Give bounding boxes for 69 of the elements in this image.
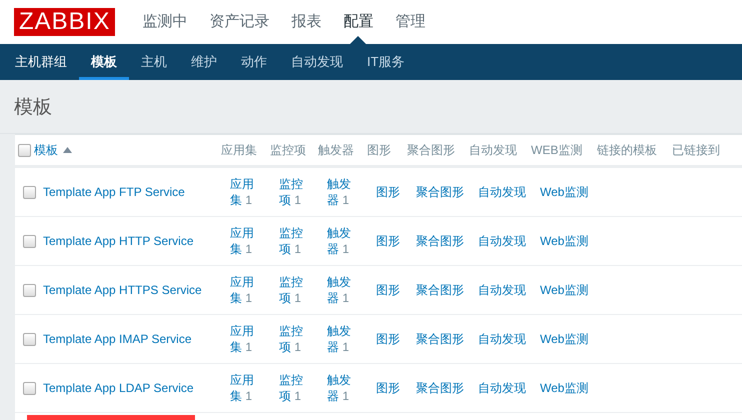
table-link[interactable]: Web监测 bbox=[540, 232, 588, 250]
sub-menu-item[interactable]: 模板 bbox=[79, 44, 129, 80]
table-link[interactable]: 自动发现 bbox=[478, 282, 526, 298]
table-link[interactable]: 聚合图形 bbox=[416, 330, 464, 348]
row-checkbox[interactable] bbox=[22, 186, 36, 198]
sub-menu-item[interactable]: 主机 bbox=[129, 44, 179, 80]
count-link[interactable]: 监控项 1 bbox=[279, 225, 311, 257]
sub-menu-item[interactable]: 维护 bbox=[179, 44, 229, 80]
table-link[interactable]: 聚合图形 bbox=[416, 232, 464, 250]
page-title: 模板 bbox=[14, 96, 52, 120]
template-link[interactable]: Template App FTP Service bbox=[43, 185, 185, 199]
table-link[interactable]: 图形 bbox=[376, 330, 400, 348]
column-header: WEB监测 bbox=[531, 142, 582, 158]
logo[interactable]: ZABBIX bbox=[14, 8, 116, 36]
main-menu-item[interactable]: 报表 bbox=[291, 0, 322, 44]
column-header: 已链接到 bbox=[672, 142, 720, 158]
count-link[interactable]: 监控项 1 bbox=[279, 372, 311, 404]
column-header: 自动发现 bbox=[469, 142, 517, 158]
count-link[interactable]: 应用集 1 bbox=[230, 176, 262, 208]
count-link[interactable]: 触发器 1 bbox=[327, 176, 359, 208]
count-link[interactable]: 触发器 1 bbox=[327, 274, 359, 306]
count-link[interactable]: 触发器 1 bbox=[327, 372, 359, 404]
sub-menu-item[interactable]: IT服务 bbox=[355, 44, 417, 80]
row-checkbox[interactable] bbox=[22, 284, 36, 296]
column-header: 监控项 bbox=[270, 142, 306, 158]
table-link[interactable]: 聚合图形 bbox=[416, 380, 464, 396]
count-link[interactable]: 应用集 1 bbox=[230, 274, 262, 306]
column-header: 链接的模板 bbox=[597, 142, 657, 158]
template-link[interactable]: Template App IMAP Service bbox=[43, 332, 192, 346]
column-header-link[interactable]: 模板 bbox=[34, 142, 58, 158]
select-all-checkbox[interactable] bbox=[18, 144, 31, 156]
sub-menu-item[interactable]: 动作 bbox=[229, 44, 279, 80]
table-link[interactable]: 图形 bbox=[376, 232, 400, 250]
template-link[interactable]: Template App HTTP Service bbox=[43, 234, 194, 248]
table-link[interactable]: 图形 bbox=[376, 184, 400, 200]
main-menu-item[interactable]: 资产记录 bbox=[209, 0, 270, 44]
count-link[interactable]: 应用集 1 bbox=[230, 372, 262, 404]
sub-menu-item[interactable]: 主机群组 bbox=[3, 44, 79, 80]
sub-menu-item[interactable]: 自动发现 bbox=[279, 44, 355, 80]
main-menu-item[interactable]: 监测中 bbox=[142, 0, 188, 44]
count-link[interactable]: 监控项 1 bbox=[279, 274, 311, 306]
column-header: 应用集 bbox=[221, 142, 257, 158]
count-link[interactable]: 触发器 1 bbox=[327, 225, 359, 257]
table-link[interactable]: Web监测 bbox=[540, 380, 588, 396]
count-link[interactable]: 应用集 1 bbox=[230, 323, 262, 355]
table-link[interactable]: 自动发现 bbox=[478, 232, 526, 250]
table-link[interactable]: 图形 bbox=[376, 282, 400, 298]
table-link[interactable]: Web监测 bbox=[540, 330, 588, 348]
column-header: 图形 bbox=[367, 142, 391, 158]
column-header: 触发器 bbox=[318, 142, 354, 158]
count-link[interactable]: 监控项 1 bbox=[279, 176, 311, 208]
main-menu-item[interactable]: 管理 bbox=[395, 0, 426, 44]
row-checkbox[interactable] bbox=[22, 382, 36, 394]
template-link[interactable]: Template App LDAP Service bbox=[43, 381, 194, 395]
table-link[interactable]: 自动发现 bbox=[478, 184, 526, 200]
column-header: 聚合图形 bbox=[407, 142, 455, 158]
table-link[interactable]: 聚合图形 bbox=[416, 184, 464, 200]
table-link[interactable]: 自动发现 bbox=[478, 330, 526, 348]
row-checkbox[interactable] bbox=[22, 234, 36, 248]
count-link[interactable]: 应用集 1 bbox=[230, 225, 262, 257]
template-link[interactable]: Template App HTTPS Service bbox=[43, 283, 202, 297]
count-link[interactable]: 监控项 1 bbox=[279, 323, 311, 355]
table-link[interactable]: 图形 bbox=[376, 380, 400, 396]
table-link[interactable]: 自动发现 bbox=[478, 380, 526, 396]
table-link[interactable]: 聚合图形 bbox=[416, 282, 464, 298]
table-link[interactable]: Web监测 bbox=[540, 184, 588, 200]
table-link[interactable]: Web监测 bbox=[540, 282, 588, 298]
count-link[interactable]: 触发器 1 bbox=[327, 323, 359, 355]
row-checkbox[interactable] bbox=[22, 332, 36, 346]
